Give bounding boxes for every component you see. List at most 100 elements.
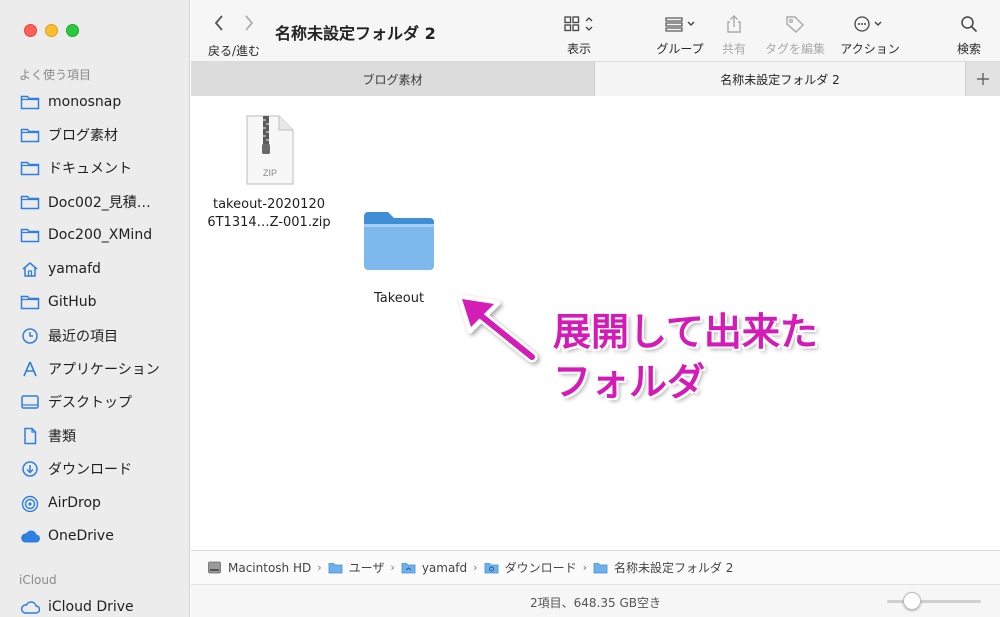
search-icon xyxy=(953,12,985,36)
chevron-left-icon xyxy=(214,15,223,31)
annotation-arrow xyxy=(457,294,538,363)
path-crumb-label: ダウンロード xyxy=(504,561,577,575)
tag-icon xyxy=(761,12,829,36)
sidebar-item-label: Doc200_XMind xyxy=(48,227,153,243)
cloud-icon xyxy=(21,530,40,543)
path-crumb-label: 名称未設定フォルダ 2 xyxy=(613,561,734,575)
sidebar-item-label: OneDrive xyxy=(48,528,114,544)
new-tab-button[interactable] xyxy=(965,62,1000,96)
window-title: 名称未設定フォルダ 2 xyxy=(275,24,436,43)
sidebar-item-monosnap[interactable]: monosnap xyxy=(20,90,185,114)
icon-size-slider-knob[interactable] xyxy=(903,592,921,610)
chevron-right-icon: › xyxy=(317,561,322,574)
sidebar-item-doc200[interactable]: Doc200_XMind xyxy=(20,223,185,247)
status-bar: 2項目、648.35 GB空き xyxy=(191,584,1000,617)
sidebar-item-label: GitHub xyxy=(48,294,97,310)
downloads-folder-icon xyxy=(484,563,498,574)
folder-icon xyxy=(20,195,40,210)
path-crumb-label: ユーザ xyxy=(348,561,385,575)
share-icon xyxy=(717,12,751,36)
sidebar-item-documents[interactable]: 書類 xyxy=(20,424,185,448)
edit-tags-button[interactable]: タグを編集 xyxy=(761,12,829,57)
sidebar-section-icloud: iCloud xyxy=(19,573,57,587)
folder-icon xyxy=(20,95,40,110)
edit-tags-label: タグを編集 xyxy=(764,42,825,56)
view-button[interactable]: 表示 xyxy=(559,12,599,57)
close-window-button[interactable] xyxy=(24,24,37,37)
home-icon xyxy=(22,262,38,277)
sidebar: よく使う項目 monosnap ブログ素材 ドキュメント Doc002_見積… … xyxy=(0,0,190,617)
search-button[interactable]: 検索 xyxy=(953,12,985,57)
folder-icon xyxy=(593,563,608,574)
sidebar-item-label: ブログ素材 xyxy=(48,128,118,144)
path-crumb-untitled-folder-2[interactable]: 名称未設定フォルダ 2 xyxy=(593,559,733,576)
sidebar-item-label: yamafd xyxy=(48,261,101,277)
group-icon xyxy=(653,12,707,36)
group-button[interactable]: グループ xyxy=(653,12,707,57)
clock-icon xyxy=(22,328,38,344)
tab-bar: ブログ素材 名称未設定フォルダ 2 xyxy=(191,62,1000,96)
sidebar-item-downloads[interactable]: ダウンロード xyxy=(20,457,185,481)
sidebar-item-recents[interactable]: 最近の項目 xyxy=(20,324,185,348)
sidebar-item-airdrop[interactable]: AirDrop xyxy=(20,491,185,515)
document-icon xyxy=(24,427,37,445)
sidebar-item-home[interactable]: yamafd xyxy=(20,257,185,281)
sidebar-item-documents-folder[interactable]: ドキュメント xyxy=(20,156,185,180)
window-controls xyxy=(24,24,79,37)
annotation-line1: 展開して出来た xyxy=(553,310,818,354)
toolbar: 戻る/進む 名称未設定フォルダ 2 表示 グループ 共有 タグを編集 アクション xyxy=(191,0,1000,62)
desktop-icon xyxy=(21,395,39,409)
action-icon xyxy=(837,12,903,36)
path-bar: Macintosh HD › ユーザ › yamafd › ダウンロード › 名… xyxy=(191,550,1000,584)
home-folder-icon xyxy=(401,563,416,574)
sidebar-item-label: Doc002_見積… xyxy=(48,195,151,211)
sidebar-item-applications[interactable]: アプリケーション xyxy=(20,357,185,381)
path-crumb-downloads[interactable]: ダウンロード xyxy=(484,559,577,576)
sidebar-item-onedrive[interactable]: OneDrive xyxy=(20,524,185,548)
tab-untitled-folder-2[interactable]: 名称未設定フォルダ 2 xyxy=(595,62,965,96)
folder-icon xyxy=(364,212,434,270)
sidebar-item-doc002[interactable]: Doc002_見積… xyxy=(20,190,185,214)
action-label: アクション xyxy=(840,42,900,56)
applications-icon xyxy=(23,361,37,377)
folder-icon xyxy=(20,228,40,243)
annotation-line2: フォルダ xyxy=(553,360,706,404)
share-button[interactable]: 共有 xyxy=(717,12,751,57)
icon-size-slider[interactable] xyxy=(887,600,981,603)
file-item-zip[interactable]: ZIP takeout-2020120 6T1314…Z-001.zip xyxy=(201,114,337,232)
sidebar-item-label: デスクトップ xyxy=(48,395,132,411)
zip-file-icon: ZIP xyxy=(246,115,294,185)
back-forward-label: 戻る/進む xyxy=(208,44,261,58)
sidebar-item-label: 書類 xyxy=(48,429,76,445)
path-crumb-label: Macintosh HD xyxy=(228,560,312,575)
path-crumb-label: yamafd xyxy=(421,560,468,575)
action-button[interactable]: アクション xyxy=(837,12,903,57)
sidebar-item-icloud-drive[interactable]: iCloud Drive xyxy=(20,595,185,617)
file-name-line1: takeout-2020120 xyxy=(212,197,325,212)
plus-icon xyxy=(977,73,989,85)
sidebar-item-label: 最近の項目 xyxy=(48,329,118,345)
minimize-window-button[interactable] xyxy=(45,24,58,37)
sidebar-item-desktop[interactable]: デスクトップ xyxy=(20,390,185,414)
tab-blog-material[interactable]: ブログ素材 xyxy=(191,62,595,96)
path-crumb-yamafd[interactable]: yamafd xyxy=(401,561,467,575)
sidebar-item-blog-material[interactable]: ブログ素材 xyxy=(20,123,185,147)
sidebar-item-github[interactable]: GitHub xyxy=(20,290,185,314)
file-item-takeout-folder[interactable]: Takeout xyxy=(349,206,449,308)
chevron-right-icon: › xyxy=(582,561,587,574)
path-crumb-users[interactable]: ユーザ xyxy=(328,559,385,576)
sidebar-item-label: monosnap xyxy=(48,94,122,110)
hard-drive-icon xyxy=(208,561,221,574)
back-button[interactable] xyxy=(213,14,225,37)
share-label: 共有 xyxy=(721,42,746,56)
folder-icon xyxy=(20,295,40,310)
annotation-text: 展開して出来た フォルダ xyxy=(553,307,873,407)
file-name-line2: 6T1314…Z-001.zip xyxy=(207,215,331,230)
forward-button[interactable] xyxy=(243,14,255,37)
zoom-window-button[interactable] xyxy=(66,24,79,37)
path-crumb-macintosh-hd[interactable]: Macintosh HD xyxy=(207,561,311,575)
zip-badge: ZIP xyxy=(263,168,277,178)
chevron-right-icon: › xyxy=(473,561,478,574)
cloud-icon xyxy=(21,601,40,614)
status-text: 2項目、648.35 GB空き xyxy=(530,596,661,610)
